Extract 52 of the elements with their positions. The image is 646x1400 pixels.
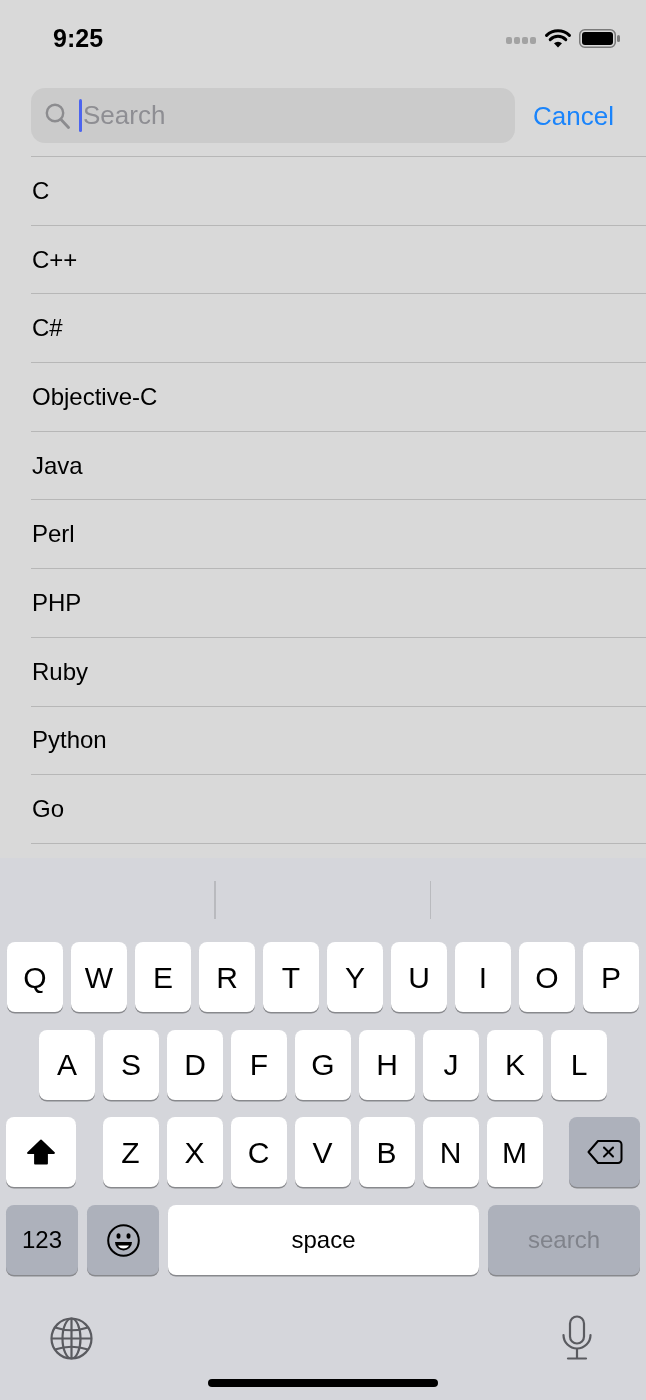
list-item[interactable]: Go: [31, 775, 646, 844]
keyboard-key[interactable]: G: [295, 1029, 351, 1100]
keyboard-key[interactable]: F: [231, 1029, 287, 1100]
signal-icon: [506, 36, 537, 44]
keyboard-key[interactable]: J: [423, 1029, 479, 1100]
keyboard-key[interactable]: Y: [327, 942, 383, 1012]
keyboard-key[interactable]: K: [487, 1029, 543, 1100]
keyboard-key[interactable]: I: [455, 942, 511, 1012]
keyboard-key[interactable]: P: [583, 942, 639, 1012]
battery-icon: [579, 28, 620, 48]
keyboard-key[interactable]: N: [422, 1117, 479, 1188]
keyboard-key[interactable]: T: [263, 942, 319, 1012]
keyboard-key[interactable]: D: [167, 1029, 223, 1100]
emoji-key[interactable]: [87, 1205, 159, 1276]
keyboard-key[interactable]: C: [230, 1117, 287, 1188]
delete-icon: [586, 1139, 623, 1166]
list-item[interactable]: Perl: [31, 500, 646, 570]
delete-key[interactable]: [569, 1117, 640, 1188]
search-field[interactable]: Search: [31, 88, 516, 143]
space-bar[interactable]: space: [168, 1205, 479, 1276]
status-time: 9:25: [53, 25, 104, 51]
keyboard-key[interactable]: V: [294, 1117, 351, 1188]
emoji-icon: [106, 1223, 140, 1257]
keyboard-key[interactable]: W: [71, 942, 127, 1012]
keyboard-key[interactable]: A: [39, 1029, 95, 1100]
list-item[interactable]: C++: [31, 225, 646, 295]
list-item[interactable]: Ruby: [31, 637, 646, 707]
keyboard-key[interactable]: O: [519, 942, 575, 1012]
list-item[interactable]: Java: [31, 431, 646, 501]
keyboard-key[interactable]: H: [359, 1029, 415, 1100]
list-item[interactable]: Objective-C: [31, 363, 646, 432]
keyboard-key[interactable]: U: [391, 942, 447, 1012]
keyboard-key[interactable]: S: [103, 1029, 159, 1100]
wifi-icon: [545, 28, 571, 48]
shift-icon: [27, 1139, 55, 1166]
keyboard-key[interactable]: L: [551, 1029, 607, 1100]
shift-key[interactable]: [6, 1117, 76, 1188]
list-item[interactable]: PHP: [31, 569, 646, 638]
keyboard-key[interactable]: M: [486, 1117, 543, 1188]
keyboard-key[interactable]: X: [166, 1117, 223, 1188]
globe-icon[interactable]: [50, 1316, 93, 1360]
keyboard-key[interactable]: Z: [102, 1117, 159, 1188]
microphone-icon[interactable]: [561, 1315, 593, 1362]
list-item[interactable]: Python: [31, 706, 646, 776]
keyboard-key[interactable]: E: [135, 942, 191, 1012]
numbers-key[interactable]: 123: [6, 1205, 78, 1276]
search-icon: [45, 103, 70, 129]
list-item[interactable]: C: [31, 157, 646, 226]
keyboard-key[interactable]: R: [199, 942, 255, 1012]
list-item[interactable]: C#: [31, 294, 646, 364]
keyboard-key[interactable]: B: [358, 1117, 415, 1188]
keyboard-key[interactable]: Q: [7, 942, 63, 1012]
